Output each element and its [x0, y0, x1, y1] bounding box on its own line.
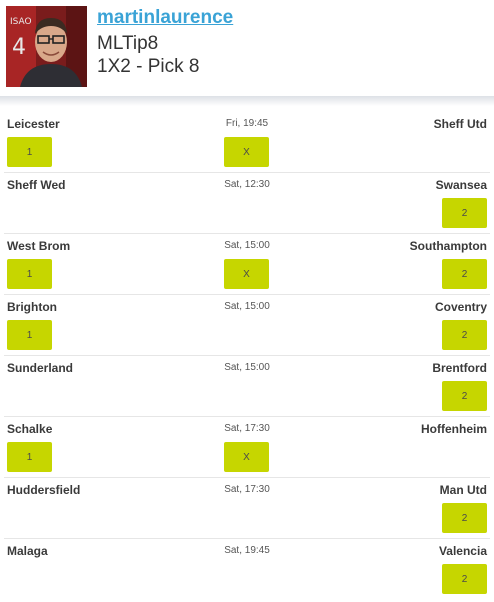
header-divider	[0, 96, 494, 106]
kickoff-time: Sat, 15:00	[224, 301, 270, 312]
username-link[interactable]: martinlaurence	[97, 6, 233, 30]
pick-draw-button[interactable]: X	[224, 442, 269, 472]
away-team: Swansea	[435, 178, 487, 192]
svg-text:ISAO: ISAO	[10, 17, 32, 27]
pick-home-button[interactable]: 1	[7, 137, 52, 167]
away-team: Hoffenheim	[421, 422, 487, 436]
match-row: Sunderland Sat, 15:00 Brentford 2	[4, 356, 490, 417]
kickoff-time: Fri, 19:45	[225, 118, 269, 129]
away-team: Brentford	[432, 361, 487, 375]
kickoff-time: Sat, 12:30	[224, 179, 270, 190]
user-avatar-photo: ISAO 4	[6, 6, 87, 87]
kickoff-time: Sat, 15:00	[224, 362, 270, 373]
pick-home-button[interactable]: 1	[7, 259, 52, 289]
away-team: Southampton	[409, 239, 487, 253]
match-list: Leicester Fri, 19:45 Sheff Utd 1 X Sheff…	[0, 112, 494, 600]
tip-header: ISAO 4 martinlaurence MLTip8 1X2 - Pick …	[0, 0, 494, 96]
pick-away-button[interactable]: 2	[442, 503, 487, 533]
away-team: Sheff Utd	[433, 117, 487, 131]
match-row: Leicester Fri, 19:45 Sheff Utd 1 X	[4, 112, 490, 173]
pick-away-button[interactable]: 2	[442, 381, 487, 411]
match-row: Huddersfield Sat, 17:30 Man Utd 2	[4, 478, 490, 539]
tip-name: MLTip8	[97, 33, 159, 54]
match-row: Malaga Sat, 19:45 Valencia 2	[4, 539, 490, 600]
match-row: West Brom Sat, 15:00 Southampton 1 X 2	[4, 234, 490, 295]
pick-away-button[interactable]: 2	[442, 564, 487, 594]
pick-draw-button[interactable]: X	[224, 259, 269, 289]
away-team: Man Utd	[439, 483, 487, 497]
pick-home-button[interactable]: 1	[7, 442, 52, 472]
kickoff-time: Sat, 17:30	[224, 423, 270, 434]
away-team: Valencia	[438, 544, 487, 558]
pick-away-button[interactable]: 2	[442, 259, 487, 289]
match-row: Brighton Sat, 15:00 Coventry 1 2	[4, 295, 490, 356]
tip-type: 1X2 - Pick 8	[97, 56, 200, 77]
away-team: Coventry	[434, 300, 487, 314]
pick-away-button[interactable]: 2	[442, 198, 487, 228]
match-row: Sheff Wed Sat, 12:30 Swansea 2	[4, 173, 490, 234]
avatar[interactable]: ISAO 4	[6, 6, 87, 87]
kickoff-time: Sat, 17:30	[224, 484, 270, 495]
svg-text:4: 4	[12, 35, 26, 60]
match-row: Schalke Sat, 17:30 Hoffenheim 1 X	[4, 417, 490, 478]
pick-home-button[interactable]: 1	[7, 320, 52, 350]
kickoff-time: Sat, 19:45	[224, 545, 270, 556]
pick-away-button[interactable]: 2	[442, 320, 487, 350]
pick-draw-button[interactable]: X	[224, 137, 269, 167]
